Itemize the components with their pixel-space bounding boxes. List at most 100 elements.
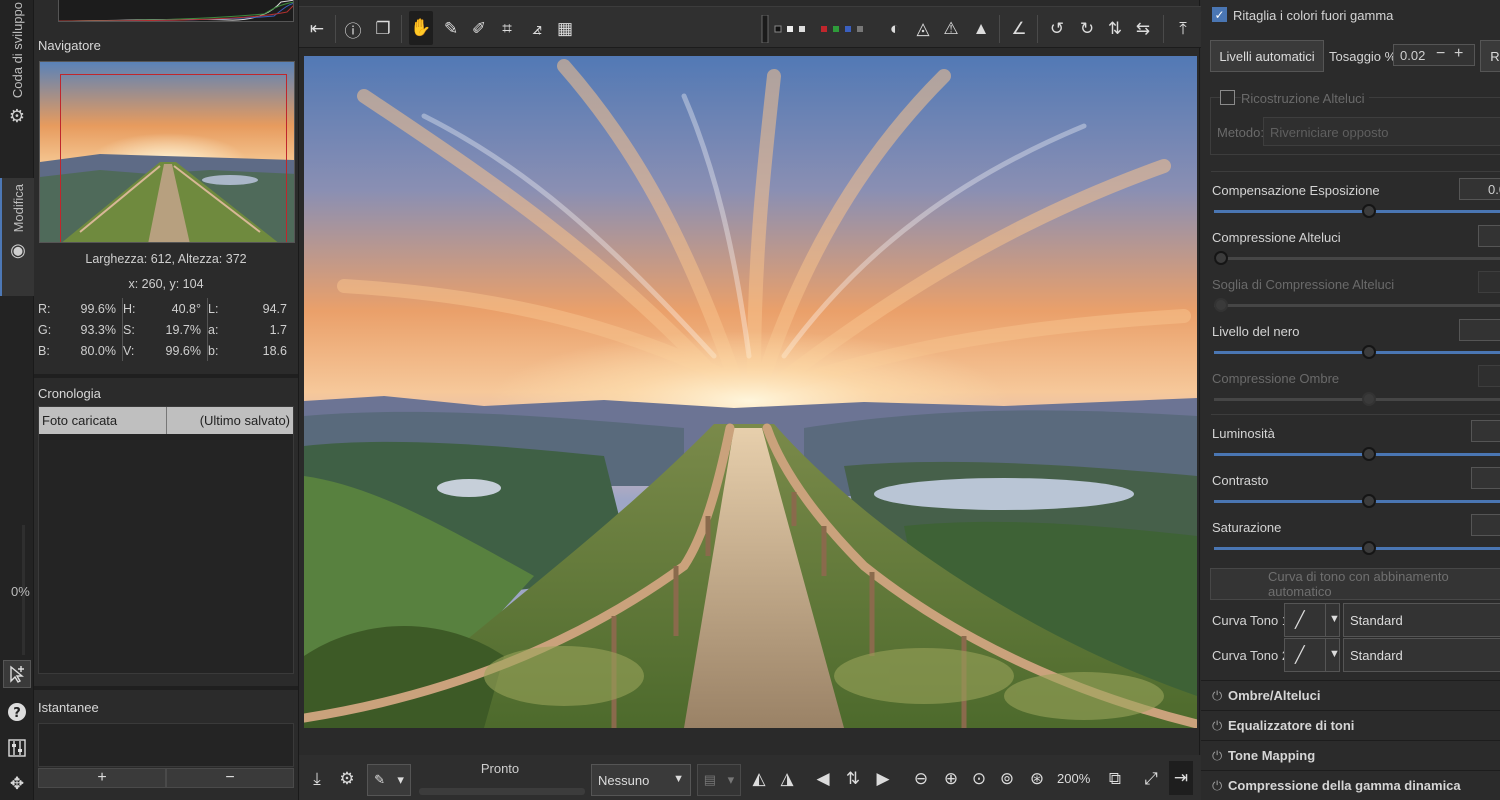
new-detail-window-button[interactable]: ⧉ bbox=[1103, 767, 1127, 791]
histogram-mode-button[interactable]: ∠ bbox=[1007, 17, 1031, 41]
hide-right-panel-button[interactable]: ⇥ bbox=[1169, 761, 1193, 795]
lightness-slider[interactable] bbox=[1214, 447, 1500, 461]
white-balance-picker-button[interactable]: ✎ bbox=[439, 17, 463, 41]
auto-matched-tone-curve-button[interactable]: Curva di tono con abbinamento automatico bbox=[1210, 568, 1500, 600]
focus-mask-button[interactable]: ◐ bbox=[883, 17, 907, 41]
remove-snapshot-button[interactable]: − bbox=[166, 768, 294, 788]
clip-percent-spinner[interactable]: 0.02 − + bbox=[1393, 44, 1475, 66]
flip-horizontal-button[interactable]: ⇆ bbox=[1131, 17, 1155, 41]
slider-knob[interactable] bbox=[1214, 298, 1228, 312]
image-size-text: Larghezza: 612, Altezza: 372 bbox=[85, 252, 247, 266]
preview-mode-toggle[interactable] bbox=[759, 15, 771, 43]
slider-knob[interactable] bbox=[1362, 447, 1376, 461]
move-arrows-icon: ✥ bbox=[9, 774, 25, 793]
straighten-button[interactable]: ⦨ bbox=[525, 17, 549, 41]
slider-value-box[interactable] bbox=[1478, 225, 1500, 247]
power-icon[interactable]: ⏻ bbox=[1212, 778, 1228, 794]
panel-separator[interactable] bbox=[34, 686, 298, 690]
slider-value-box[interactable] bbox=[1471, 420, 1500, 442]
move-panel-button[interactable]: ✥ bbox=[3, 770, 31, 798]
hsv-key: V: bbox=[123, 343, 135, 358]
power-icon[interactable]: ⏻ bbox=[1212, 718, 1228, 734]
slider-value-box[interactable] bbox=[1471, 467, 1500, 489]
zoom-100-button[interactable]: ⊛ bbox=[1025, 767, 1049, 791]
highlight-threshold-slider[interactable] bbox=[1214, 298, 1500, 312]
next-image-button[interactable]: ▶ bbox=[871, 767, 895, 791]
perspective-button[interactable]: ▦ bbox=[553, 17, 577, 41]
zoom-fit-crop-button[interactable]: ⊚ bbox=[995, 767, 1019, 791]
section-dynamic-range-compression[interactable]: ⏻ Compressione della gamma dinamica bbox=[1201, 770, 1500, 800]
slider-knob[interactable] bbox=[1362, 204, 1376, 218]
sync-button[interactable]: ⇅ bbox=[841, 767, 865, 791]
clip-out-of-gamut-checkbox[interactable]: ✓ bbox=[1212, 7, 1227, 22]
main-image-preview[interactable] bbox=[304, 56, 1197, 728]
contrast-slider[interactable] bbox=[1214, 494, 1500, 508]
rotate-left-button[interactable]: ↺ bbox=[1045, 17, 1069, 41]
panel-separator[interactable] bbox=[34, 374, 298, 378]
shadow-compression-slider[interactable] bbox=[1214, 392, 1500, 406]
power-icon[interactable]: ⏻ bbox=[1212, 748, 1228, 764]
color-picker-button[interactable]: ✐ bbox=[467, 17, 491, 41]
up-down-arrows-icon: ⇅ bbox=[845, 769, 861, 788]
slider-value-box[interactable]: 0.0 bbox=[1459, 178, 1500, 200]
flip-vertical-button[interactable]: ⇅ bbox=[1103, 17, 1127, 41]
tone-curve-2-type-combo[interactable]: ╱ ▼ bbox=[1284, 638, 1340, 672]
hsv-value: 99.6% bbox=[165, 343, 201, 358]
save-image-button[interactable]: ⤓ bbox=[305, 767, 329, 791]
tone-curve-1-mode-combo[interactable]: Standard bbox=[1343, 603, 1500, 637]
method-combo[interactable]: Riverniciare opposto bbox=[1263, 117, 1500, 146]
send-to-queue-button[interactable]: ⚙ bbox=[335, 767, 359, 791]
zoom-in-button[interactable]: ⊕ bbox=[939, 767, 963, 791]
hide-left-panel-button[interactable]: ⇤ bbox=[305, 17, 329, 41]
slider-knob[interactable] bbox=[1362, 541, 1376, 555]
section-tone-equalizer[interactable]: ⏻ Equalizzatore di toni bbox=[1201, 710, 1500, 740]
add-snapshot-button[interactable]: + bbox=[38, 768, 166, 788]
tone-curve-2-mode-combo[interactable]: Standard bbox=[1343, 638, 1500, 672]
black-level-slider[interactable] bbox=[1214, 345, 1500, 359]
sliders-settings-button[interactable] bbox=[3, 734, 31, 762]
auto-levels-button[interactable]: Livelli automatici bbox=[1210, 40, 1324, 72]
shadow-clip-warning-button[interactable]: ⚠ bbox=[939, 17, 963, 41]
tab-coda-di-sviluppo[interactable]: Coda di sviluppo ⚙ bbox=[0, 0, 34, 170]
disabled-dropdown-button[interactable]: ▤ ▾ bbox=[697, 764, 741, 796]
gamut-button[interactable]: ◬ bbox=[911, 17, 935, 41]
section-shadows-highlights[interactable]: ⏻ Ombre/Alteluci bbox=[1201, 680, 1500, 710]
highlight-reconstruction-checkbox[interactable] bbox=[1220, 90, 1235, 105]
filter-combo[interactable]: Nessuno ▼ bbox=[591, 764, 691, 796]
history-row[interactable]: Foto caricata (Ultimo salvato) bbox=[39, 407, 293, 434]
power-icon[interactable]: ⏻ bbox=[1212, 688, 1228, 704]
zoom-out-button[interactable]: ⊖ bbox=[909, 767, 933, 791]
slider-value-box[interactable] bbox=[1478, 271, 1500, 293]
navigator-viewport-rect[interactable] bbox=[60, 74, 287, 242]
hide-top-panel-button[interactable]: ⤒ bbox=[1171, 17, 1195, 41]
fullscreen-button[interactable]: ⤢ bbox=[1139, 767, 1163, 791]
exposure-compensation-slider[interactable] bbox=[1214, 204, 1500, 218]
navigator-thumbnail[interactable] bbox=[39, 61, 295, 243]
before-after-button[interactable]: ❐ bbox=[371, 17, 395, 41]
highlight-clip-warning-button[interactable]: ▲ bbox=[969, 17, 993, 41]
tone-curve-1-type-combo[interactable]: ╱ ▼ bbox=[1284, 603, 1340, 637]
external-editor-button[interactable]: ✎ ▾ bbox=[367, 764, 411, 796]
reset-button[interactable]: R bbox=[1480, 40, 1500, 72]
slider-value-box[interactable] bbox=[1459, 319, 1500, 341]
zoom-fit-button[interactable]: ⊙ bbox=[967, 767, 991, 791]
slider-knob[interactable] bbox=[1362, 494, 1376, 508]
rotate-right-button[interactable]: ↻ bbox=[1075, 17, 1099, 41]
hand-tool-button[interactable]: ✋ bbox=[409, 11, 433, 45]
slider-value-box[interactable] bbox=[1478, 365, 1500, 387]
crop-button[interactable]: ⌗ bbox=[495, 17, 519, 41]
slider-knob[interactable] bbox=[1362, 345, 1376, 359]
highlight-compression-slider[interactable] bbox=[1214, 251, 1500, 265]
add-snapshot-tool-button[interactable] bbox=[3, 660, 31, 688]
help-button[interactable]: ? bbox=[3, 698, 31, 726]
previous-image-button[interactable]: ◀ bbox=[811, 767, 835, 791]
flip-right-button[interactable]: ◮ bbox=[775, 767, 799, 791]
slider-knob[interactable] bbox=[1362, 392, 1376, 406]
section-tone-mapping[interactable]: ⏻ Tone Mapping bbox=[1201, 740, 1500, 770]
slider-knob[interactable] bbox=[1214, 251, 1228, 265]
tab-modifica[interactable]: Modifica ◉ bbox=[0, 178, 34, 296]
flip-left-button[interactable]: ◭ bbox=[747, 767, 771, 791]
slider-value-box[interactable] bbox=[1471, 514, 1500, 536]
info-button[interactable]: ⓘ bbox=[341, 17, 365, 41]
saturation-slider[interactable] bbox=[1214, 541, 1500, 555]
